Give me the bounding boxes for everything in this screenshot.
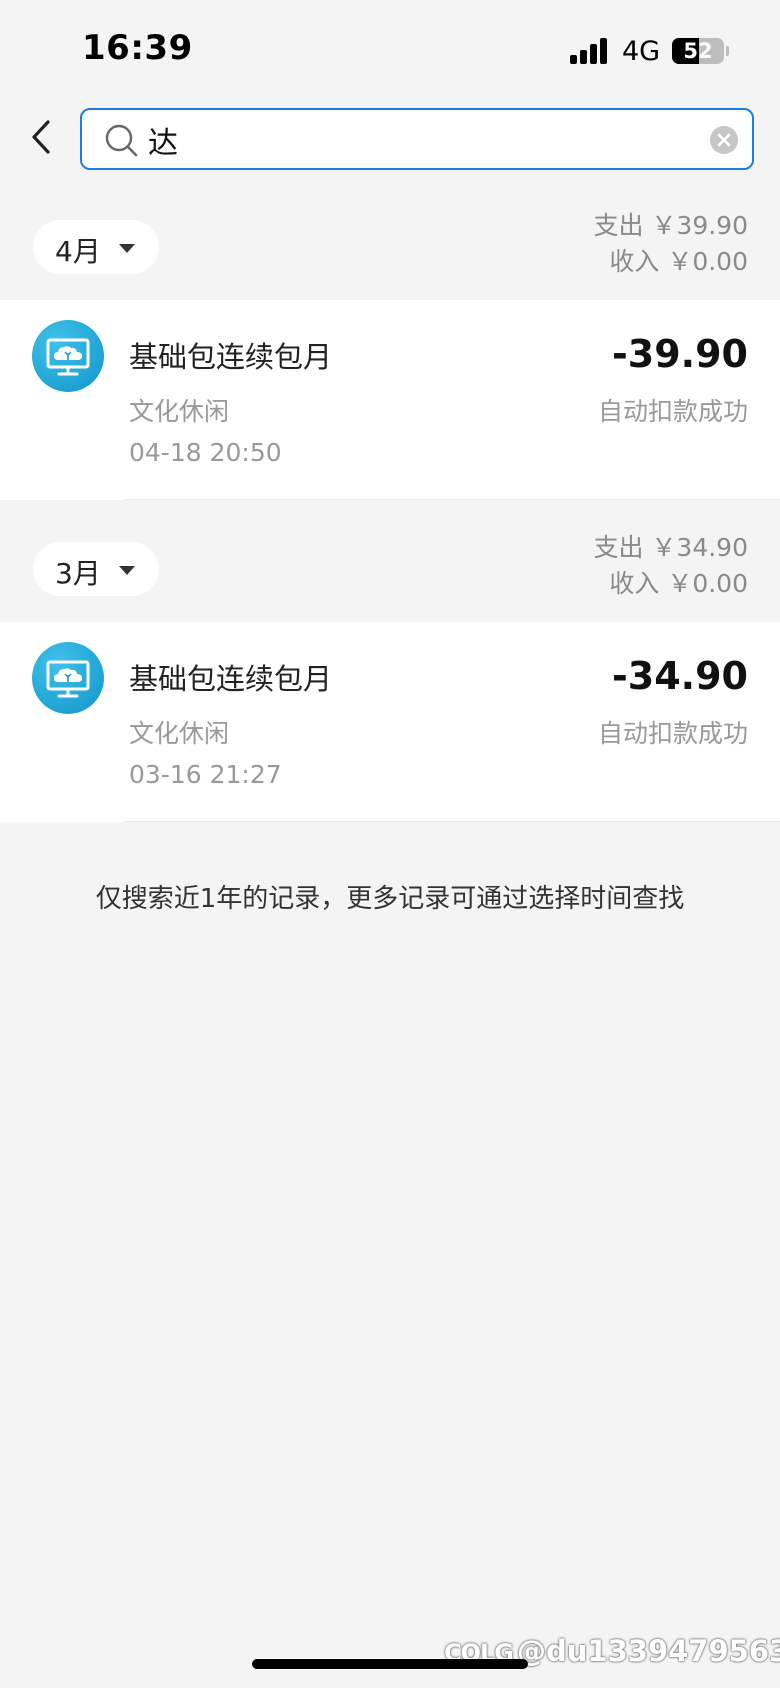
transaction-category: 文化休闲 (129, 397, 230, 426)
transaction-status: 自动扣款成功 (597, 397, 748, 426)
income-summary: 收入 ￥0.00 (609, 569, 748, 598)
transaction-status: 自动扣款成功 (597, 719, 748, 748)
month-header: 3月 支出 ￥34.90 收入 ￥0.00 (0, 522, 780, 620)
monitor-cloud-icon (32, 320, 104, 392)
transaction-amount: -39.90 (612, 332, 748, 376)
monitor-cloud-icon (32, 642, 104, 714)
chevron-left-icon (32, 120, 50, 154)
transaction-time: 04-18 20:50 (129, 438, 282, 467)
month-picker-button[interactable]: 4月 (33, 220, 159, 274)
transaction-row[interactable]: 基础包连续包月 文化休闲 04-18 20:50 -39.90 自动扣款成功 (0, 300, 780, 500)
battery-tip (726, 46, 729, 56)
transaction-title: 基础包连续包月 (129, 340, 333, 374)
network-type: 4G (622, 36, 661, 67)
expense-summary: 支出 ￥34.90 (593, 533, 748, 562)
transaction-row[interactable]: 基础包连续包月 文化休闲 03-16 21:27 -34.90 自动扣款成功 (0, 622, 780, 822)
caret-down-icon (119, 244, 135, 253)
month-label: 4月 (55, 235, 101, 268)
clear-icon[interactable] (710, 126, 738, 154)
search-box[interactable] (80, 108, 754, 170)
search-icon (105, 124, 138, 157)
transaction-title: 基础包连续包月 (129, 662, 333, 696)
battery-level: 52 (683, 39, 713, 63)
transaction-amount: -34.90 (612, 654, 748, 698)
transaction-category: 文化休闲 (129, 719, 230, 748)
month-picker-button[interactable]: 3月 (33, 542, 159, 596)
expense-summary: 支出 ￥39.90 (593, 211, 748, 240)
battery-icon: 52 (672, 38, 724, 64)
watermark-handle: @du1339479563 (517, 1634, 780, 1668)
home-indicator[interactable] (252, 1659, 528, 1669)
status-time: 16:39 (82, 28, 193, 68)
month-header: 4月 支出 ￥39.90 收入 ￥0.00 (0, 200, 780, 298)
month-label: 3月 (55, 557, 101, 590)
back-button[interactable] (22, 112, 62, 162)
income-summary: 收入 ￥0.00 (609, 247, 748, 276)
caret-down-icon (119, 566, 135, 575)
status-bar: 16:39 4G 52 (0, 0, 780, 100)
transaction-time: 03-16 21:27 (129, 760, 282, 789)
search-input[interactable] (148, 118, 668, 162)
search-range-note: 仅搜索近1年的记录，更多记录可通过选择时间查找 (95, 884, 685, 914)
signal-icon (570, 38, 610, 64)
